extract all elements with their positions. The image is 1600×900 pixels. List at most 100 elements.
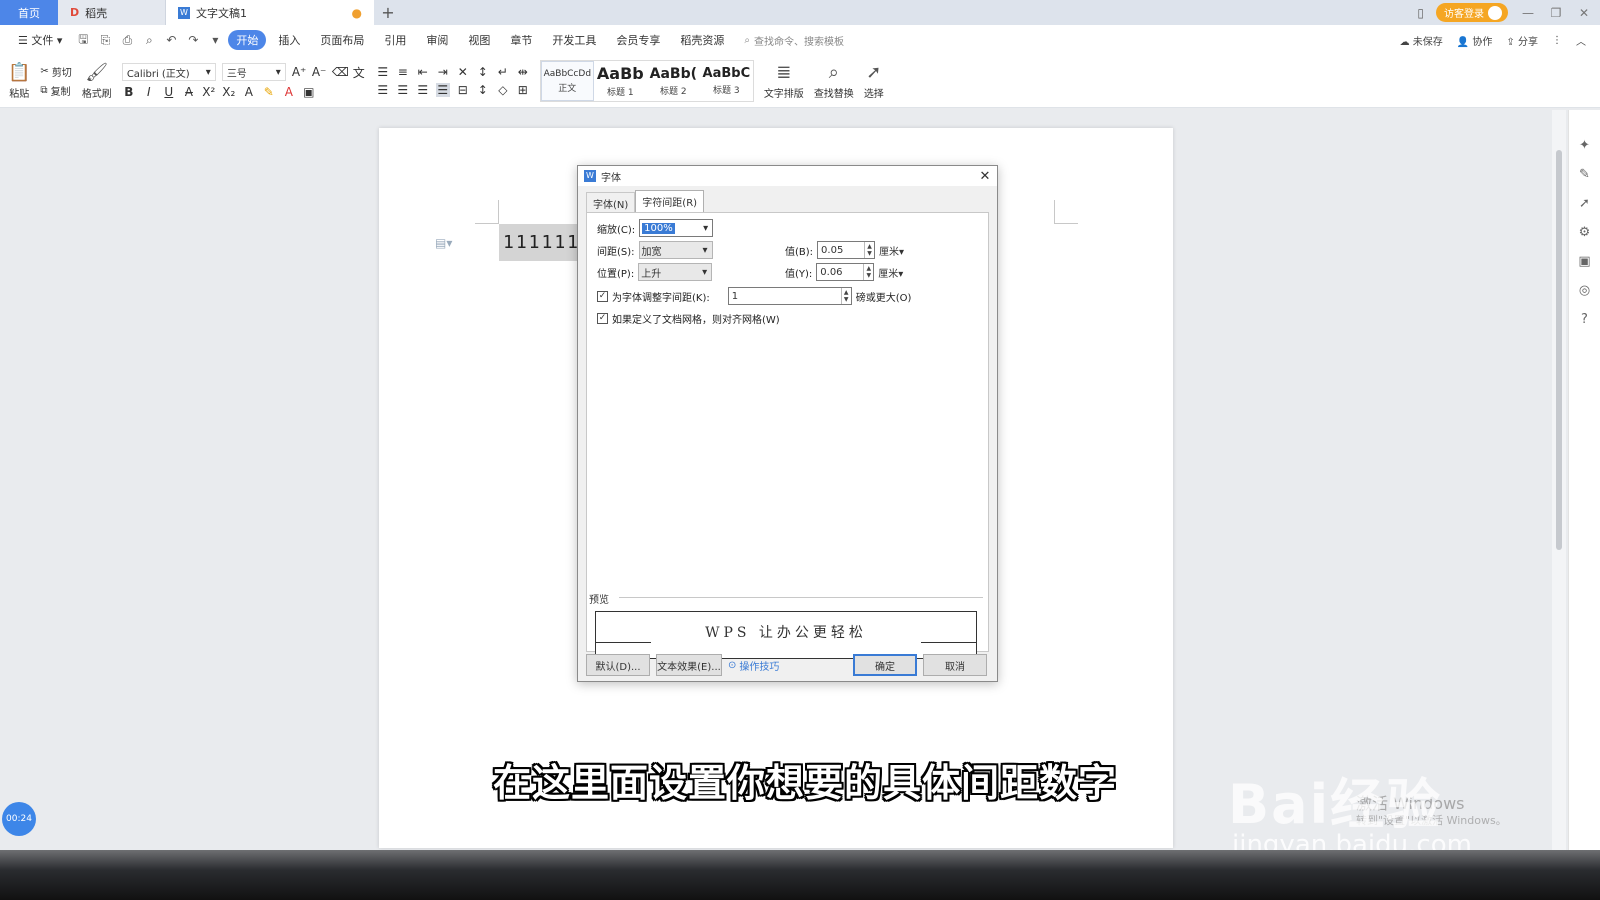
borders-icon[interactable]: ⊞ <box>516 83 530 97</box>
char-border-icon[interactable]: ▣ <box>302 85 316 99</box>
tab-character-spacing[interactable]: 字符间距(R) <box>635 190 705 214</box>
cancel-button[interactable]: 取消 <box>923 654 987 676</box>
grow-font-icon[interactable]: A⁺ <box>292 65 307 79</box>
menu-developer[interactable]: 开发工具 <box>544 30 604 50</box>
menu-references[interactable]: 引用 <box>376 30 414 50</box>
image-icon[interactable]: ▣ <box>1578 254 1590 269</box>
close-window-icon[interactable]: ✕ <box>1576 6 1592 20</box>
text-effect-icon[interactable]: A <box>242 85 256 99</box>
increase-indent-icon[interactable]: ⇥ <box>436 65 450 79</box>
more-icon[interactable]: ⋮ <box>1552 35 1562 46</box>
save-icon[interactable]: 🖫 <box>74 30 92 51</box>
ok-button[interactable]: 确定 <box>853 654 917 676</box>
vertical-scrollbar[interactable] <box>1552 110 1566 850</box>
style-heading-1[interactable]: AaBb 标题 1 <box>594 61 647 101</box>
copy-button[interactable]: ⧉ 复制 <box>40 83 71 98</box>
superscript-icon[interactable]: X² <box>202 85 216 99</box>
tab-stops-icon[interactable]: ⇹ <box>516 65 530 79</box>
select-pointer-icon[interactable]: ➚ <box>1579 196 1590 211</box>
position-select[interactable]: 上升 ▾ <box>638 263 713 281</box>
numbered-list-icon[interactable]: ≡ <box>396 65 410 79</box>
tab-document[interactable]: W 文字文稿1 ● <box>166 0 374 25</box>
spin-arrows-icon[interactable]: ▲ ▼ <box>863 264 873 280</box>
menu-docer-resources[interactable]: 稻壳资源 <box>672 30 732 50</box>
file-menu[interactable]: ☰ 文件 ▾ <box>10 30 70 50</box>
select-button[interactable]: ➚ 选择 <box>864 62 884 100</box>
underline-icon[interactable]: U <box>162 85 176 99</box>
pen-icon[interactable]: ✎ <box>1579 167 1590 182</box>
shading-icon[interactable]: ◇ <box>496 83 510 97</box>
dialog-close-icon[interactable]: ✕ <box>973 169 997 184</box>
font-name-select[interactable]: Calibri (正文) ▾ <box>121 63 216 81</box>
menu-member[interactable]: 会员专享 <box>608 30 668 50</box>
align-center-icon[interactable]: ☰ <box>396 83 410 97</box>
chinese-layout-icon[interactable]: ✕ <box>456 65 470 79</box>
subscript-icon[interactable]: X₂ <box>222 85 236 99</box>
default-button[interactable]: 默认(D)... <box>586 654 650 676</box>
restore-icon[interactable]: ❐ <box>1548 6 1564 20</box>
spacing-unit-select[interactable]: 厘米▾ <box>879 243 904 258</box>
spin-arrows-icon[interactable]: ▲ ▼ <box>840 288 851 304</box>
paste-button[interactable]: 📋 粘贴 <box>8 62 30 100</box>
collapse-ribbon-icon[interactable]: ︿ <box>1576 33 1586 48</box>
style-heading-3[interactable]: AaBbC 标题 3 <box>700 61 753 101</box>
position-by-input[interactable]: 0.06 ▲ ▼ <box>816 263 875 281</box>
export-icon[interactable]: ⎘ <box>96 33 114 48</box>
style-normal[interactable]: AaBbCcDd 正文 <box>540 61 594 101</box>
location-icon[interactable]: ◎ <box>1579 283 1590 298</box>
menu-chapter[interactable]: 章节 <box>502 30 540 50</box>
command-search[interactable]: ⌕ 查找命令、搜索模板 <box>744 33 844 48</box>
collab-button[interactable]: 👤 协作 <box>1457 33 1493 48</box>
new-tab-button[interactable]: + <box>374 0 402 25</box>
selected-document-text[interactable]: 1111111 <box>499 224 583 261</box>
clear-format-icon[interactable]: ⌫ <box>332 65 349 79</box>
bold-icon[interactable]: B <box>122 85 136 99</box>
style-heading-2[interactable]: AaBb(标题 2 <box>647 61 700 101</box>
snap-to-grid-checkbox[interactable]: ✓ <box>597 313 608 324</box>
undo-icon[interactable]: ↶ <box>162 33 180 47</box>
tab-home[interactable]: 首页 <box>0 0 58 25</box>
redo-icon[interactable]: ↷ <box>184 33 202 47</box>
sort-icon[interactable]: ↕ <box>476 65 490 79</box>
italic-icon[interactable]: I <box>142 85 156 99</box>
spacing-by-input[interactable]: 0.05 ▲ ▼ <box>817 241 876 259</box>
tab-docer[interactable]: D 稻壳 <box>58 0 166 25</box>
tips-link[interactable]: ⊙ 操作技巧 <box>728 658 779 673</box>
unsaved-status[interactable]: ☁ 未保存 <box>1400 33 1443 48</box>
decrease-indent-icon[interactable]: ⇤ <box>416 65 430 79</box>
kerning-checkbox[interactable]: ✓ <box>597 290 608 302</box>
text-layout-button[interactable]: ≣ 文字排版 <box>764 62 804 100</box>
spin-arrows-icon[interactable]: ▲ ▼ <box>864 242 874 258</box>
phonetic-icon[interactable]: 文 <box>352 64 366 81</box>
font-size-select[interactable]: 三号 ▾ <box>221 63 286 81</box>
scale-select[interactable]: 100% ▾ <box>639 219 714 237</box>
bullet-list-icon[interactable]: ☰ <box>376 65 390 79</box>
menu-view[interactable]: 视图 <box>460 30 498 50</box>
menu-page-layout[interactable]: 页面布局 <box>312 30 372 50</box>
minimize-icon[interactable]: — <box>1520 6 1536 20</box>
align-left-icon[interactable]: ☰ <box>376 83 390 97</box>
help-icon[interactable]: ? <box>1581 312 1588 327</box>
print-icon[interactable]: ⎙ <box>118 33 136 48</box>
settings-slider-icon[interactable]: ⚙ <box>1579 225 1591 240</box>
menu-insert[interactable]: 插入 <box>270 30 308 50</box>
scrollbar-thumb[interactable] <box>1556 150 1562 550</box>
guest-login-button[interactable]: 访客登录 <box>1436 3 1508 22</box>
strikethrough-icon[interactable]: A̶ <box>182 85 196 99</box>
distribute-icon[interactable]: ⊟ <box>456 83 470 97</box>
print-preview-icon[interactable]: ⌕ <box>140 33 158 48</box>
format-painter-button[interactable]: 🖌 格式刷 <box>82 62 112 100</box>
font-color-icon[interactable]: A <box>282 85 296 99</box>
customize-icon[interactable]: ▾ <box>206 33 224 47</box>
share-button[interactable]: ⇪ 分享 <box>1506 33 1538 48</box>
find-replace-button[interactable]: ⌕ 查找替换 <box>814 62 854 100</box>
cut-button[interactable]: ✂ 剪切 <box>40 64 71 79</box>
line-spacing-icon[interactable]: ↕ <box>476 83 490 97</box>
show-marks-icon[interactable]: ↵ <box>496 65 510 79</box>
menu-review[interactable]: 审阅 <box>418 30 456 50</box>
justify-icon[interactable]: ☰ <box>435 83 450 97</box>
menu-start[interactable]: 开始 <box>228 30 267 50</box>
paragraph-handle-icon[interactable]: ▤▾ <box>435 236 452 250</box>
kerning-input[interactable]: 1 ▲ ▼ <box>727 287 852 305</box>
text-effects-button[interactable]: 文本效果(E)... <box>656 654 722 676</box>
